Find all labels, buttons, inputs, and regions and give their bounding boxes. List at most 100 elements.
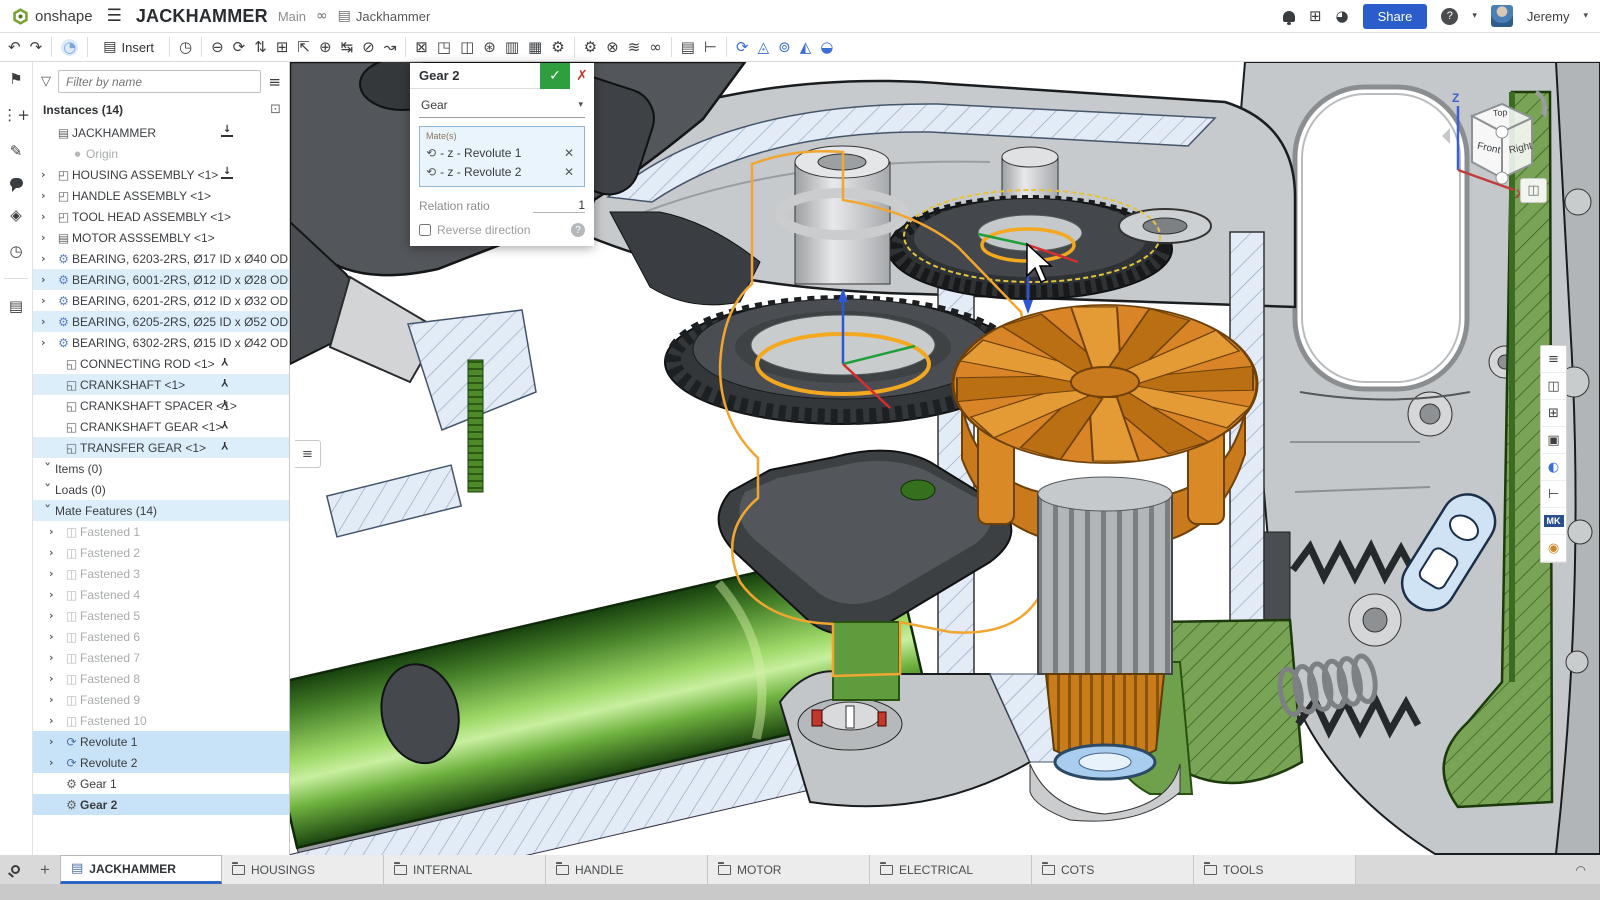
group-icon[interactable]: ⊖ bbox=[211, 40, 224, 55]
tree-item[interactable]: ◱ TRANSFER GEAR <1> Y bbox=[33, 437, 289, 458]
mate-list-item[interactable]: ⟲ - z - Revolute 2 ✕ bbox=[426, 162, 578, 181]
chevron-right-icon[interactable]: › bbox=[41, 315, 55, 328]
assembly-tree-icon[interactable]: ⚑ bbox=[9, 70, 22, 88]
help-icon[interactable]: ? bbox=[571, 223, 585, 237]
chevron-right-icon[interactable]: › bbox=[49, 735, 63, 748]
tab-tools[interactable]: TOOLS bbox=[1194, 855, 1356, 884]
mate-feature-row[interactable]: ›◫Fastened 9 bbox=[33, 689, 289, 710]
undo-icon[interactable]: ↶ bbox=[8, 40, 21, 55]
apps-grid-icon[interactable]: ⊞ bbox=[1309, 7, 1322, 25]
revolute-mate-icon[interactable]: ⟳ bbox=[233, 40, 246, 55]
tree-item[interactable]: ◱ CRANKSHAFT <1> Y bbox=[33, 374, 289, 395]
mate-feature-row[interactable]: ›◫Fastened 2 bbox=[33, 542, 289, 563]
cylindrical-mate-icon[interactable]: ⇅ bbox=[254, 40, 267, 55]
tree-item[interactable]: ›⚙ BEARING, 6201-2RS, Ø12 ID x Ø32 OD x … bbox=[33, 290, 289, 311]
chevron-right-icon[interactable]: › bbox=[41, 168, 55, 181]
mate-group-icon[interactable]: ⚙ bbox=[551, 40, 564, 55]
add-tab-button[interactable]: + bbox=[30, 855, 60, 884]
tree-item[interactable]: ›⚙ BEARING, 6205-2RS, Ø25 ID x Ø52 OD x … bbox=[33, 311, 289, 332]
insert-part-icon[interactable]: ▥ bbox=[505, 40, 519, 55]
section-header-items[interactable]: › Items (0) bbox=[33, 458, 289, 479]
insert-after-icon[interactable]: ⊡ bbox=[270, 102, 281, 117]
tangent-mate-icon[interactable]: ↝ bbox=[384, 40, 397, 55]
planar-mate-icon[interactable]: ⇱ bbox=[297, 40, 310, 55]
mates-list-box[interactable]: Mate(s) ⟲ - z - Revolute 1 ✕ ⟲ - z - Rev… bbox=[419, 126, 585, 187]
tab-motor[interactable]: MOTOR bbox=[708, 855, 870, 884]
chevron-right-icon[interactable]: › bbox=[49, 651, 63, 664]
gear-relation-icon[interactable]: ⚙ bbox=[584, 40, 597, 55]
appearance-icon[interactable]: ◉ bbox=[1541, 535, 1566, 562]
tab-handle[interactable]: HANDLE bbox=[546, 855, 708, 884]
section-header-loads[interactable]: › Loads (0) bbox=[33, 479, 289, 500]
tab-jackhammer[interactable]: ▤ JACKHAMMER bbox=[60, 855, 222, 884]
comments-icon[interactable] bbox=[10, 178, 23, 188]
mate-feature-row[interactable]: ⚙Gear 1 bbox=[33, 773, 289, 794]
mate-icon[interactable]: ◷ bbox=[179, 40, 192, 55]
chevron-right-icon[interactable]: › bbox=[49, 525, 63, 538]
pin-slot-mate-icon[interactable]: ⊘ bbox=[362, 40, 375, 55]
display-options-icon[interactable]: ≡ bbox=[1541, 346, 1566, 373]
remove-mate-icon[interactable]: ✕ bbox=[564, 146, 574, 160]
mate-feature-row[interactable]: ›◫Fastened 10 bbox=[33, 710, 289, 731]
mate-feature-row[interactable]: ›⟳Revolute 1 bbox=[33, 731, 289, 752]
slider-mate-icon[interactable]: ↹ bbox=[341, 40, 354, 55]
relation-type-select[interactable]: Gear ▾ bbox=[419, 95, 585, 118]
chevron-down-icon[interactable]: › bbox=[42, 462, 55, 476]
mk-plugin-icon[interactable]: MK bbox=[1541, 508, 1566, 535]
chevron-right-icon[interactable]: › bbox=[49, 546, 63, 559]
belt-relation-icon[interactable]: ∞ bbox=[649, 40, 662, 55]
help-icon[interactable]: ? bbox=[1441, 8, 1458, 25]
chevron-right-icon[interactable]: › bbox=[49, 567, 63, 580]
measure-icon[interactable]: ⊢ bbox=[704, 40, 717, 55]
final-position-icon[interactable]: ◔ bbox=[61, 39, 78, 56]
screw-relation-icon[interactable]: ≋ bbox=[628, 40, 641, 55]
link-icon[interactable]: ∞ bbox=[316, 8, 328, 24]
fastened-mate-icon[interactable]: ⊞ bbox=[276, 40, 289, 55]
tree-item[interactable]: ›◰ HANDLE ASSEMBLY <1> bbox=[33, 185, 289, 206]
chevron-right-icon[interactable]: › bbox=[41, 210, 55, 223]
chevron-right-icon[interactable]: › bbox=[41, 231, 55, 244]
view-settings-icon[interactable]: ◫ bbox=[1541, 373, 1566, 400]
chevron-right-icon[interactable]: › bbox=[41, 336, 55, 349]
chevron-right-icon[interactable]: › bbox=[41, 189, 55, 202]
main-menu-icon[interactable]: ☰ bbox=[107, 6, 122, 26]
chevron-right-icon[interactable]: › bbox=[49, 693, 63, 706]
mate-feature-row[interactable]: ›◫Fastened 8 bbox=[33, 668, 289, 689]
tree-item[interactable]: ›⚙ BEARING, 6001-2RS, Ø12 ID x Ø28 OD x … bbox=[33, 269, 289, 290]
rack-pinion-relation-icon[interactable]: ⊗ bbox=[606, 40, 619, 55]
chevron-right-icon[interactable]: › bbox=[49, 588, 63, 601]
chevron-right-icon[interactable]: › bbox=[49, 630, 63, 643]
tree-item[interactable]: ◱ CONNECTING ROD <1> Y bbox=[33, 353, 289, 374]
snapshot-icon[interactable]: ◭ bbox=[800, 40, 812, 55]
named-positions-icon[interactable]: ⊚ bbox=[778, 40, 791, 55]
tab-housings[interactable]: HOUSINGS bbox=[222, 855, 384, 884]
chevron-right-icon[interactable]: › bbox=[41, 294, 55, 307]
mate-feature-row[interactable]: ›◫Fastened 3 bbox=[33, 563, 289, 584]
insert-feature-icon[interactable]: ⋮+ bbox=[2, 106, 30, 124]
render-quality-icon[interactable]: ◐ bbox=[1541, 454, 1566, 481]
chevron-right-icon[interactable]: › bbox=[49, 756, 63, 769]
pattern-grid-icon[interactable]: ▦ bbox=[528, 40, 542, 55]
chevron-down-icon[interactable]: › bbox=[42, 483, 55, 497]
chevron-down-icon[interactable]: › bbox=[42, 504, 55, 518]
user-avatar[interactable] bbox=[1491, 5, 1513, 27]
accept-button[interactable]: ✓ bbox=[540, 63, 570, 89]
animate-icon[interactable]: ⟳ bbox=[736, 40, 749, 55]
view-options-button[interactable]: ◫ bbox=[1520, 178, 1547, 203]
section-view-icon[interactable]: ▣ bbox=[1541, 427, 1566, 454]
chevron-right-icon[interactable]: › bbox=[41, 273, 55, 286]
edit-appearance-icon[interactable]: ✎ bbox=[10, 142, 23, 160]
snap-mode-icon[interactable]: ⊠ bbox=[415, 40, 428, 55]
redo-icon[interactable]: ↷ bbox=[30, 40, 43, 55]
share-button[interactable]: Share bbox=[1363, 4, 1428, 29]
chevron-right-icon[interactable]: › bbox=[49, 672, 63, 685]
reverse-direction-checkbox[interactable] bbox=[419, 224, 431, 236]
chevron-right-icon[interactable]: › bbox=[49, 609, 63, 622]
search-tabs-icon[interactable] bbox=[0, 855, 30, 884]
tree-item[interactable]: ● Origin bbox=[33, 143, 289, 164]
onshape-logo-icon[interactable] bbox=[12, 8, 29, 25]
linear-pattern-icon[interactable]: ◫ bbox=[460, 40, 474, 55]
insert-button[interactable]: ▤ Insert bbox=[97, 36, 160, 58]
chevron-right-icon[interactable]: › bbox=[49, 714, 63, 727]
mate-feature-row[interactable]: ›⟳Revolute 2 bbox=[33, 752, 289, 773]
